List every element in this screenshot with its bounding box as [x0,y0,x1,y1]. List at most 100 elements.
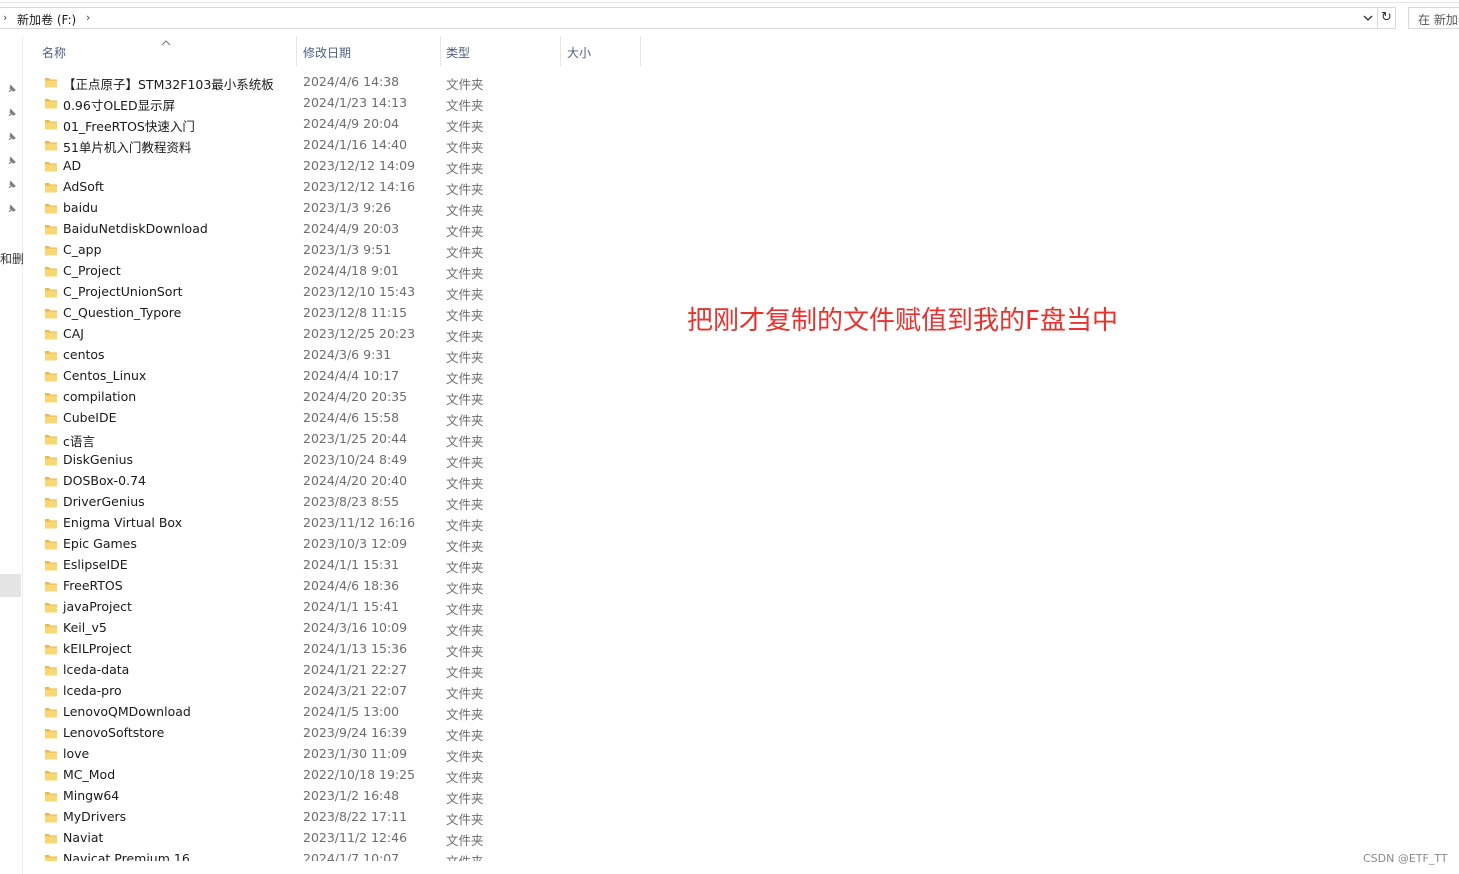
file-name[interactable]: DriverGenius [63,494,145,509]
table-row[interactable]: C_app 2023/1/3 9:51 文件夹 [0,239,660,260]
table-row[interactable]: AdSoft 2023/12/12 14:16 文件夹 [0,176,660,197]
folder-icon [44,326,58,340]
refresh-button[interactable]: ↻ [1378,7,1396,29]
table-row[interactable]: lceda-data 2024/1/21 22:27 文件夹 [0,659,660,680]
table-row[interactable]: BaiduNetdiskDownload 2024/4/9 20:03 文件夹 [0,218,660,239]
file-name[interactable]: 01_FreeRTOS快速入门 [63,116,195,135]
file-name[interactable]: CAJ [63,326,84,341]
table-row[interactable]: Navicat Premium 16 2024/1/7 10:07 文件夹 [0,848,660,861]
table-row[interactable]: love 2023/1/30 11:09 文件夹 [0,743,660,764]
file-name[interactable]: c语言 [63,431,95,450]
folder-icon [44,95,58,109]
table-row[interactable]: Centos_Linux 2024/4/4 10:17 文件夹 [0,365,660,386]
table-row[interactable]: C_Project 2024/4/18 9:01 文件夹 [0,260,660,281]
table-row[interactable]: C_ProjectUnionSort 2023/12/10 15:43 文件夹 [0,281,660,302]
table-row[interactable]: kEILProject 2024/1/13 15:36 文件夹 [0,638,660,659]
table-row[interactable]: DriverGenius 2023/8/23 8:55 文件夹 [0,491,660,512]
table-row[interactable]: 01_FreeRTOS快速入门 2024/4/9 20:04 文件夹 [0,113,660,134]
file-name[interactable]: javaProject [63,599,132,614]
table-row[interactable]: LenovoQMDownload 2024/1/5 13:00 文件夹 [0,701,660,722]
file-name[interactable]: compilation [63,389,136,404]
file-modified-date: 2024/4/6 15:58 [303,410,400,425]
table-row[interactable]: LenovoSoftstore 2023/9/24 16:39 文件夹 [0,722,660,743]
file-name[interactable]: Keil_v5 [63,620,107,635]
file-name[interactable]: lceda-data [63,662,129,677]
table-row[interactable]: MyDrivers 2023/8/22 17:11 文件夹 [0,806,660,827]
file-name[interactable]: Enigma Virtual Box [63,515,182,530]
table-row[interactable]: EslipseIDE 2024/1/1 15:31 文件夹 [0,554,660,575]
file-name[interactable]: C_Project [63,263,121,278]
table-row[interactable]: Naviat 2023/11/2 12:46 文件夹 [0,827,660,848]
file-name[interactable]: CubeIDE [63,410,117,425]
file-name[interactable]: MyDrivers [63,809,126,824]
chevron-down-icon[interactable] [1360,9,1376,27]
table-row[interactable]: MC_Mod 2022/10/18 19:25 文件夹 [0,764,660,785]
file-name[interactable]: C_app [63,242,102,257]
column-header-name[interactable]: 名称 [0,36,296,66]
file-type: 文件夹 [446,434,484,449]
table-row[interactable]: DiskGenius 2023/10/24 8:49 文件夹 [0,449,660,470]
column-header-modified[interactable]: 修改日期 [297,36,439,66]
file-name[interactable]: BaiduNetdiskDownload [63,221,208,236]
file-type: 文件夹 [446,371,484,386]
file-name[interactable]: LenovoSoftstore [63,725,164,740]
breadcrumb-drive[interactable]: 新加卷 (F:) [17,11,76,28]
file-name[interactable]: baidu [63,200,98,215]
table-row[interactable]: 51单片机入门教程资料 2024/1/16 14:40 文件夹 [0,134,660,155]
file-name[interactable]: Mingw64 [63,788,119,803]
table-row[interactable]: FreeRTOS 2024/4/6 18:36 文件夹 [0,575,660,596]
table-row[interactable]: Keil_v5 2024/3/16 10:09 文件夹 [0,617,660,638]
column-header-name-label: 名称 [42,46,67,60]
file-name[interactable]: Epic Games [63,536,137,551]
file-name[interactable]: love [63,746,89,761]
table-row[interactable]: 【正点原子】STM32F103最小系统板 2024/4/6 14:38 文件夹 [0,71,660,92]
file-type: 文件夹 [446,518,484,533]
file-name[interactable]: EslipseIDE [63,557,128,572]
file-modified-date: 2024/3/16 10:09 [303,620,408,635]
file-name[interactable]: LenovoQMDownload [63,704,191,719]
file-name[interactable]: MC_Mod [63,767,115,782]
file-name[interactable]: Centos_Linux [63,368,146,383]
file-name[interactable]: C_Question_Typore [63,305,181,320]
table-row[interactable]: lceda-pro 2024/3/21 22:07 文件夹 [0,680,660,701]
file-modified-date: 2024/1/5 13:00 [303,704,400,719]
file-name[interactable]: Naviat [63,830,103,845]
file-name[interactable]: AdSoft [63,179,104,194]
address-bar[interactable]: › 新加卷 (F:) › [0,7,1378,29]
file-name[interactable]: kEILProject [63,641,132,656]
table-row[interactable]: DOSBox-0.74 2024/4/20 20:40 文件夹 [0,470,660,491]
file-name[interactable]: lceda-pro [63,683,122,698]
file-name[interactable]: 51单片机入门教程资料 [63,137,191,156]
file-type: 文件夹 [446,728,484,743]
folder-icon [44,368,58,382]
table-row[interactable]: 0.96寸OLED显示屏 2024/1/23 14:13 文件夹 [0,92,660,113]
table-row[interactable]: c语言 2023/1/25 20:44 文件夹 [0,428,660,449]
file-name[interactable]: 0.96寸OLED显示屏 [63,95,175,114]
column-divider[interactable] [640,36,641,66]
column-header-type[interactable]: 类型 [441,36,559,66]
table-row[interactable]: CAJ 2023/12/25 20:23 文件夹 [0,323,660,344]
file-name[interactable]: DOSBox-0.74 [63,473,146,488]
file-name[interactable]: 【正点原子】STM32F103最小系统板 [63,74,274,93]
table-row[interactable]: Epic Games 2023/10/3 12:09 文件夹 [0,533,660,554]
search-input[interactable]: 在 新加卷 (F:) 中搜索 [1408,7,1459,29]
table-row[interactable]: compilation 2024/4/20 20:35 文件夹 [0,386,660,407]
file-name[interactable]: DiskGenius [63,452,133,467]
table-row[interactable]: javaProject 2024/1/1 15:41 文件夹 [0,596,660,617]
file-name[interactable]: Navicat Premium 16 [63,851,190,861]
table-row[interactable]: AD 2023/12/12 14:09 文件夹 [0,155,660,176]
file-name[interactable]: centos [63,347,105,362]
table-row[interactable]: Mingw64 2023/1/2 16:48 文件夹 [0,785,660,806]
breadcrumb-separator-icon[interactable]: › [86,11,90,24]
file-name[interactable]: AD [63,158,81,173]
column-header-size[interactable]: 大小 [561,36,639,66]
table-row[interactable]: CubeIDE 2024/4/6 15:58 文件夹 [0,407,660,428]
breadcrumb-chevron-icon[interactable]: › [3,11,7,24]
file-name[interactable]: C_ProjectUnionSort [63,284,182,299]
table-row[interactable]: Enigma Virtual Box 2023/11/12 16:16 文件夹 [0,512,660,533]
table-row[interactable]: C_Question_Typore 2023/12/8 11:15 文件夹 [0,302,660,323]
table-row[interactable]: baidu 2023/1/3 9:26 文件夹 [0,197,660,218]
file-name[interactable]: FreeRTOS [63,578,123,593]
table-row[interactable]: centos 2024/3/6 9:31 文件夹 [0,344,660,365]
file-modified-date: 2023/1/30 11:09 [303,746,408,761]
